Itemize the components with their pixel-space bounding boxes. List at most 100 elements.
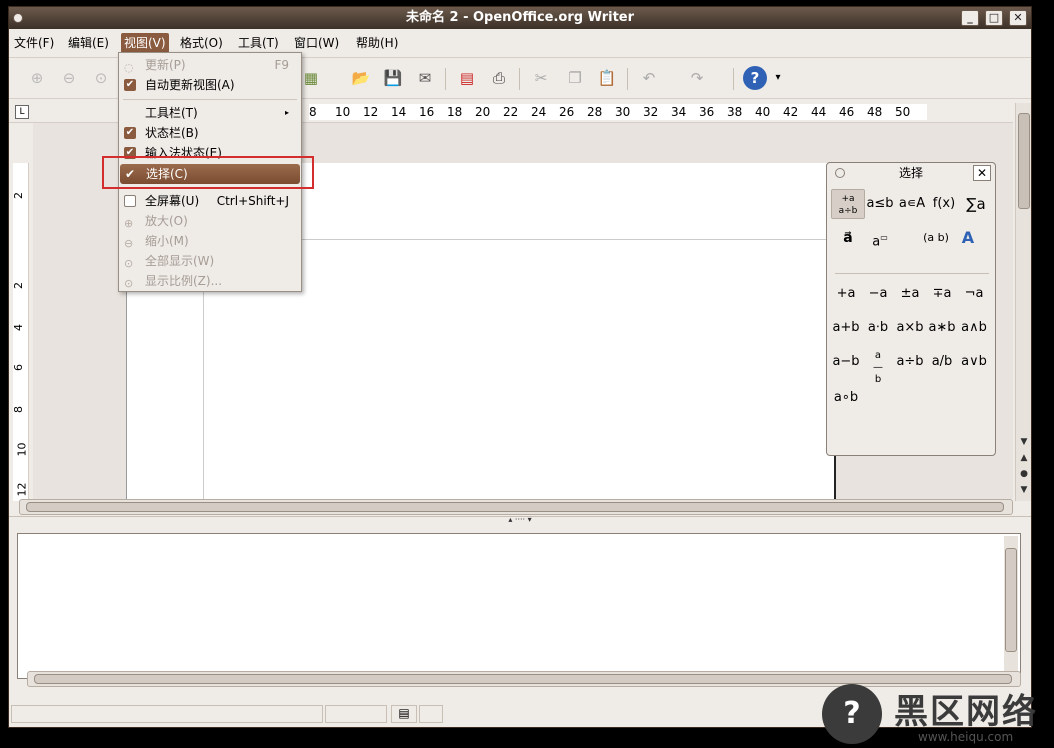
menu-view[interactable]: 视图(V) xyxy=(121,33,169,53)
ruler-number: 16 xyxy=(419,105,435,119)
operator-not[interactable]: ¬a xyxy=(957,279,991,309)
menu-item-auto-update[interactable]: ✔ 自动更新视图(A) xyxy=(119,75,301,95)
email-icon[interactable]: ✉ xyxy=(413,66,437,90)
menu-item-statusbar[interactable]: ✔ 状态栏(B) xyxy=(119,123,301,143)
scroll-down-icon[interactable]: ▼ xyxy=(1018,435,1030,449)
set-operations-category-icon[interactable]: a∊A xyxy=(895,189,929,219)
operator-and[interactable]: a∧b xyxy=(957,313,991,343)
toolbar-overflow-icon[interactable]: ▾ xyxy=(773,66,783,90)
operators-category-icon[interactable]: ∑a xyxy=(959,189,993,219)
operator-slash[interactable]: a/b xyxy=(925,347,959,377)
ruler-number: 34 xyxy=(671,105,687,119)
horizontal-scroll-thumb[interactable] xyxy=(26,502,1004,512)
palette-close-button[interactable]: ✕ xyxy=(973,165,991,181)
cut-icon[interactable]: ✂ xyxy=(529,66,553,90)
highlight-box xyxy=(102,156,314,189)
ruler-number: 44 xyxy=(811,105,827,119)
ruler-number: 36 xyxy=(699,105,715,119)
prev-page-icon[interactable]: ▲ xyxy=(1018,451,1030,465)
operator-add[interactable]: a+b xyxy=(829,313,863,343)
menu-item-fullscreen[interactable]: 全屏幕(U) Ctrl+Shift+J xyxy=(119,191,301,211)
horizontal-scrollbar[interactable] xyxy=(19,499,1013,515)
zoom-ratio-icon: ⊙ xyxy=(124,277,134,290)
minimize-button[interactable]: _ xyxy=(961,10,979,26)
functions-category-icon[interactable]: f(x) xyxy=(927,189,961,219)
operator-compose[interactable]: a∘b xyxy=(829,383,863,413)
menu-item-label: 全屏幕(U) xyxy=(145,194,200,208)
watermark-url: www.heiqu.com xyxy=(918,730,1014,744)
operator-minus[interactable]: −a xyxy=(861,279,895,309)
operator-plus[interactable]: +a xyxy=(829,279,863,309)
operator-minus-plus[interactable]: ∓a xyxy=(925,279,959,309)
operator-or[interactable]: a∨b xyxy=(957,347,991,377)
menu-help[interactable]: 帮助(H) xyxy=(353,33,401,53)
ruler-number: 8 xyxy=(309,105,317,119)
ruler-number: 30 xyxy=(615,105,631,119)
ruler-number: 22 xyxy=(503,105,519,119)
relations-category-icon[interactable]: a≤b xyxy=(863,189,897,219)
operator-asterisk[interactable]: a∗b xyxy=(925,313,959,343)
ruler-number: 2 xyxy=(12,282,25,289)
menu-item-label: 显示比例(Z)... xyxy=(145,274,223,288)
brackets-category-icon[interactable]: (a b) xyxy=(919,223,953,253)
tab-stop-selector-icon[interactable]: L xyxy=(15,105,29,119)
palette-title: 选择 xyxy=(898,166,923,180)
maximize-button[interactable]: □ xyxy=(985,10,1003,26)
menu-window[interactable]: 窗口(W) xyxy=(291,33,342,53)
save-icon[interactable]: 💾 xyxy=(381,66,405,90)
operator-subtract[interactable]: a−b xyxy=(829,347,863,377)
unary-binary-category-icon[interactable]: +a a÷b xyxy=(831,189,865,219)
ruler-number: 6 xyxy=(12,364,25,371)
attributes-category-icon[interactable]: a⃗ xyxy=(831,223,865,253)
ruler-number: 26 xyxy=(559,105,575,119)
vertical-scroll-thumb[interactable] xyxy=(1018,113,1030,209)
zoom-in-icon[interactable]: ⊕ xyxy=(25,66,49,90)
operator-plus-minus[interactable]: ±a xyxy=(893,279,927,309)
copy-icon[interactable]: ❐ xyxy=(563,66,587,90)
bottom-scroll-thumb[interactable] xyxy=(1005,548,1017,652)
operator-divide[interactable]: a÷b xyxy=(893,347,927,377)
ruler-number: 40 xyxy=(755,105,771,119)
operator-times[interactable]: a×b xyxy=(893,313,927,343)
menu-tools[interactable]: 工具(T) xyxy=(235,33,282,53)
menu-bar: 文件(F) 编辑(E) 视图(V) 格式(O) 工具(T) 窗口(W) 帮助(H… xyxy=(9,31,1031,53)
next-page-icon[interactable]: ▼ xyxy=(1018,483,1030,497)
help-icon[interactable]: ? xyxy=(743,66,767,90)
menu-edit[interactable]: 编辑(E) xyxy=(65,33,112,53)
menu-item-label: 状态栏(B) xyxy=(145,126,199,140)
menu-file[interactable]: 文件(F) xyxy=(11,33,57,53)
title-bar: 未命名 2 - OpenOffice.org Writer _ □ ✕ xyxy=(9,7,1031,29)
zoom-100-icon[interactable]: ⊙ xyxy=(89,66,113,90)
vertical-scrollbar[interactable]: ▼ ▲ ● ▼ xyxy=(1015,103,1031,501)
export-pdf-icon[interactable]: ▤ xyxy=(455,66,479,90)
formats-category-icon[interactable]: a▭ xyxy=(863,223,897,253)
status-field-style xyxy=(325,705,387,723)
watermark-text: 黑区网络 xyxy=(894,692,1038,732)
window-menu-icon[interactable] xyxy=(13,13,23,23)
print-icon[interactable]: ⎙ xyxy=(487,66,511,90)
close-button[interactable]: ✕ xyxy=(1009,10,1027,26)
operator-dot[interactable]: a⋅b xyxy=(861,313,895,343)
navigator-icon[interactable]: ● xyxy=(1018,467,1030,481)
menu-format[interactable]: 格式(O) xyxy=(177,33,226,53)
open-folder-icon[interactable]: 📂 xyxy=(349,66,373,90)
paste-icon[interactable]: 📋 xyxy=(595,66,619,90)
menu-item-accel: F9 xyxy=(274,58,289,72)
undo-icon[interactable]: ↶ xyxy=(637,66,661,90)
ruler-number: 28 xyxy=(587,105,603,119)
ruler-number: 12 xyxy=(15,482,29,497)
menu-item-show-all: ⊙ 全部显示(W) xyxy=(119,251,301,271)
data-source-pane[interactable] xyxy=(17,533,1021,679)
bottom-vertical-scrollbar[interactable] xyxy=(1004,536,1018,674)
checkbox-checked-icon: ✔ xyxy=(124,79,136,91)
redo-icon[interactable]: ↷ xyxy=(685,66,709,90)
ruler-number: 12 xyxy=(363,105,379,119)
watermark-logo-icon: ? xyxy=(822,684,882,744)
status-field-page xyxy=(11,705,323,723)
menu-item-toolbars[interactable]: 工具栏(T) ▸ xyxy=(119,103,301,123)
format-attributes-category-icon[interactable]: A xyxy=(951,223,985,253)
zoom-out-icon[interactable]: ⊖ xyxy=(57,66,81,90)
pane-splitter[interactable]: ▴ ···· ▾ xyxy=(9,516,1031,524)
new-doc-icon[interactable]: ▦ xyxy=(299,66,323,90)
operator-fraction[interactable]: a — b xyxy=(861,347,895,385)
